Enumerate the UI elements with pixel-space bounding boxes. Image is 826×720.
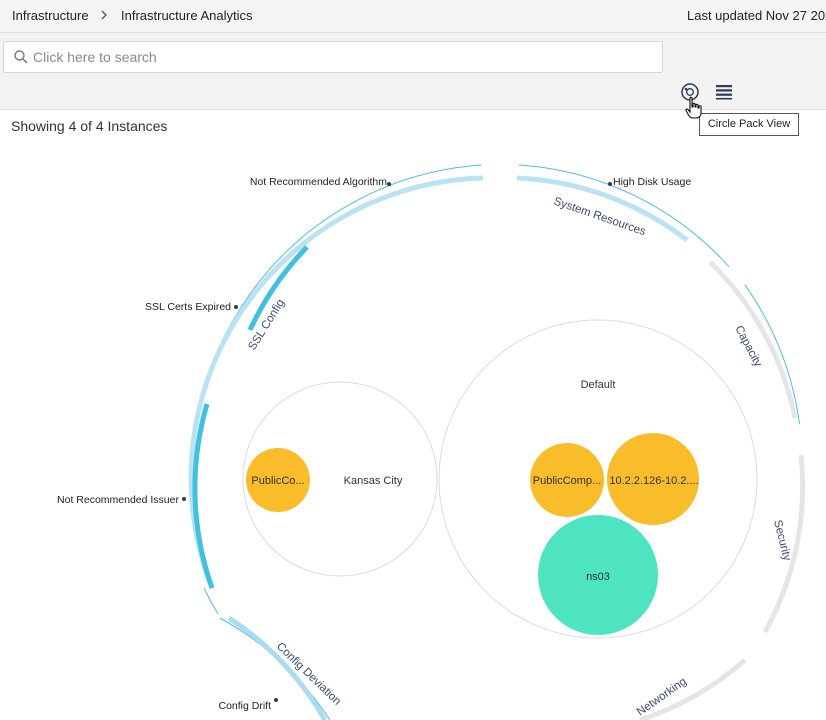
- hand-cursor-icon: [685, 96, 702, 119]
- issue-label-not-recommended-algorithm: Not Recommended Algorithm: [250, 176, 387, 188]
- issue-dot[interactable]: [387, 182, 391, 186]
- group-label-default: Default: [581, 379, 616, 391]
- instance-label: ns03: [586, 571, 610, 583]
- issue-dot[interactable]: [182, 497, 186, 501]
- issue-label-high-disk-usage: High Disk Usage: [613, 176, 691, 188]
- issue-dot[interactable]: [234, 305, 238, 309]
- group-default[interactable]: Default PublicComp... 10.2.2.126-10.2...…: [438, 319, 758, 639]
- issue-label-not-recommended-issuer: Not Recommended Issuer: [57, 494, 179, 506]
- arc-networking[interactable]: [639, 658, 747, 720]
- instance-label: PublicComp...: [533, 475, 601, 487]
- issue-dot[interactable]: [274, 698, 278, 702]
- group-kansas-city[interactable]: Kansas City PublicCo...: [242, 381, 438, 577]
- category-label-security: Security: [771, 519, 793, 562]
- view-tooltip: Circle Pack View: [699, 113, 799, 136]
- category-label-capacity: Capacity: [732, 324, 764, 369]
- issue-dot[interactable]: [608, 182, 612, 186]
- issue-label-ssl-certs-expired: SSL Certs Expired: [145, 301, 231, 313]
- issue-label-config-drift: Config Drift: [218, 700, 271, 712]
- group-label-kansas-city: Kansas City: [344, 475, 403, 487]
- category-label-system-resources: System Resources: [552, 195, 647, 238]
- instance-label: 10.2.2.126-10.2....: [609, 475, 698, 487]
- arc-ssl-config-issue-issuer[interactable]: [192, 403, 215, 589]
- instance-label: PublicCo...: [251, 475, 304, 487]
